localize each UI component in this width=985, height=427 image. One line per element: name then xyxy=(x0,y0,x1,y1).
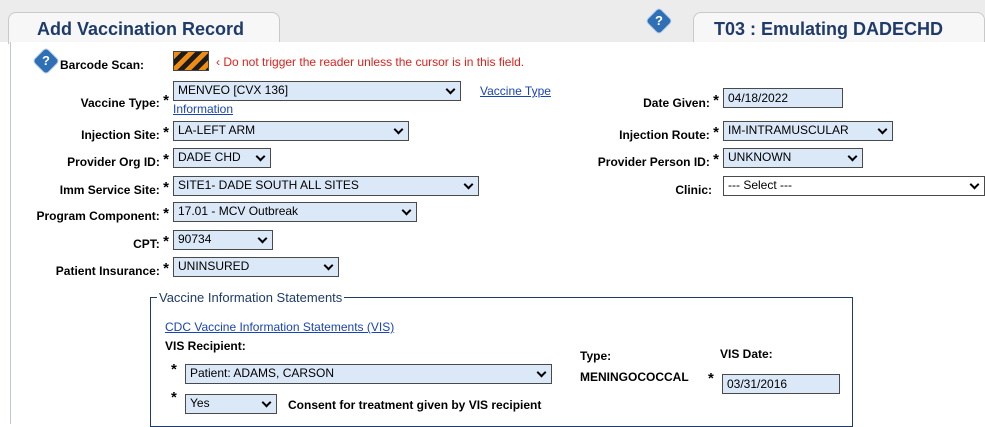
imm-service-site-label: Imm Service Site: * xyxy=(59,179,169,197)
chevron-down-icon xyxy=(401,205,412,216)
vaccine-type-label: Vaccine Type: * xyxy=(80,92,169,110)
required-marker: * xyxy=(171,389,177,406)
chevron-down-icon xyxy=(257,233,268,244)
consent-label: Consent for treatment given by VIS recip… xyxy=(288,398,542,412)
vis-date-input[interactable]: 03/31/2016 xyxy=(722,374,840,394)
chevron-down-icon xyxy=(463,179,474,190)
vis-type-value: MENINGOCOCCAL xyxy=(580,370,689,384)
chevron-down-icon xyxy=(255,151,266,162)
required-marker: * xyxy=(171,361,177,378)
patient-insurance-select[interactable]: UNINSURED xyxy=(173,257,339,277)
imm-service-site-select[interactable]: SITE1- DADE SOUTH ALL SITES xyxy=(173,176,479,196)
provider-org-select[interactable]: DADE CHD xyxy=(173,148,271,168)
patient-insurance-label: Patient Insurance: * xyxy=(55,260,169,278)
chevron-down-icon xyxy=(323,260,334,271)
vis-date-label: VIS Date: xyxy=(720,347,773,361)
barcode-scan-label: Barcode Scan: xyxy=(60,58,145,72)
program-component-select[interactable]: 17.01 - MCV Outbreak xyxy=(173,202,417,222)
vaccine-type-info-link[interactable]: Vaccine Type xyxy=(480,84,551,98)
chevron-down-icon xyxy=(536,367,547,378)
help-icon[interactable] xyxy=(646,8,672,34)
vis-legend: Vaccine Information Statements xyxy=(157,290,345,305)
cdc-vis-link[interactable]: CDC Vaccine Information Statements (VIS) xyxy=(165,320,394,334)
page-title: Add Vaccination Record xyxy=(37,19,245,39)
vis-type-label: Type: xyxy=(580,349,612,363)
clinic-select[interactable]: --- Select --- xyxy=(723,176,985,196)
clinic-label: Clinic: xyxy=(675,183,712,197)
tab-emulating[interactable]: T03 : Emulating DADECHD xyxy=(693,12,985,44)
program-component-label: Program Component: * xyxy=(36,205,169,223)
emulation-title: T03 : Emulating DADECHD xyxy=(714,19,944,39)
vaccine-type-select[interactable]: MENVEO [CVX 136] xyxy=(173,81,461,101)
provider-person-label: Provider Person ID: * xyxy=(597,151,719,169)
consent-select[interactable]: Yes xyxy=(185,394,277,414)
injection-route-label: Injection Route: * xyxy=(619,124,719,142)
barcode-icon[interactable] xyxy=(173,51,209,71)
chevron-down-icon xyxy=(393,124,404,135)
chevron-down-icon xyxy=(261,397,272,408)
provider-person-select[interactable]: UNKNOWN xyxy=(723,148,863,168)
cpt-label: CPT: * xyxy=(133,233,169,251)
vaccine-type-info-link-cont[interactable]: Information xyxy=(173,102,233,116)
required-marker: * xyxy=(708,370,714,387)
help-icon[interactable] xyxy=(33,48,59,74)
barcode-warning: ‹ Do not trigger the reader unless the c… xyxy=(216,55,525,69)
chevron-down-icon xyxy=(847,151,858,162)
date-given-input[interactable]: 04/18/2022 xyxy=(723,88,843,108)
chevron-down-icon xyxy=(877,124,888,135)
injection-site-select[interactable]: LA-LEFT ARM xyxy=(173,121,409,141)
injection-site-label: Injection Site: * xyxy=(81,124,169,142)
provider-org-label: Provider Org ID: * xyxy=(67,151,169,169)
chevron-down-icon xyxy=(445,84,456,95)
date-given-label: Date Given: * xyxy=(643,92,719,110)
cpt-select[interactable]: 90734 xyxy=(173,230,273,250)
chevron-down-icon xyxy=(969,179,980,190)
vis-recipient-select[interactable]: Patient: ADAMS, CARSON xyxy=(185,364,552,384)
vis-recipient-label: VIS Recipient: xyxy=(165,339,246,353)
tab-add-vaccination-record[interactable]: Add Vaccination Record xyxy=(8,12,280,44)
injection-route-select[interactable]: IM-INTRAMUSCULAR xyxy=(723,121,893,141)
